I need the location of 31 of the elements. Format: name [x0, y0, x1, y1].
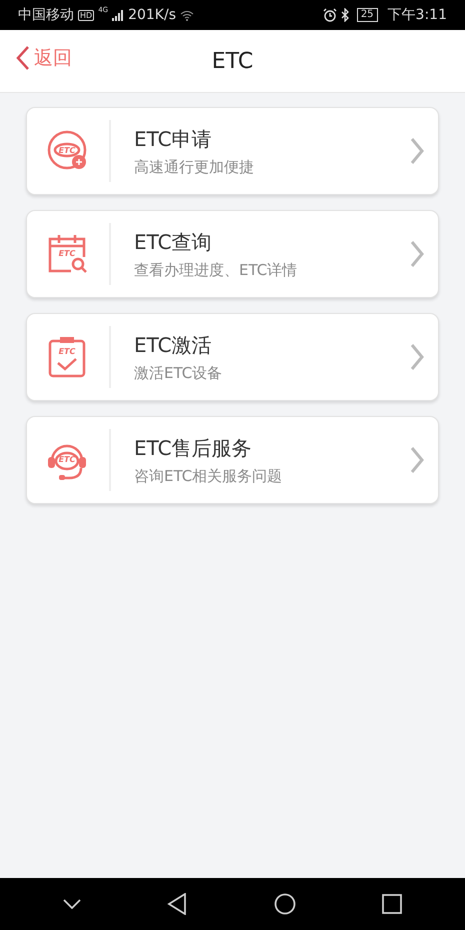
- wifi-icon: [180, 10, 194, 20]
- item-subtitle: 激活ETC设备: [134, 364, 224, 382]
- back-nav-icon[interactable]: [167, 893, 188, 915]
- item-title: ETC申请: [134, 126, 213, 152]
- hd-badge: HD: [78, 10, 94, 20]
- item-title: ETC售后服务: [134, 434, 253, 462]
- menu-item[interactable]: ETC ETC查询 查看办理进度、ETC详情: [26, 210, 439, 298]
- chevron-right-icon: [410, 343, 424, 371]
- alarm-icon: [322, 8, 337, 22]
- item-subtitle: 高速通行更加便捷: [134, 158, 255, 176]
- menu-item[interactable]: ETC ETC激活 激活ETC设备: [26, 313, 439, 401]
- item-title: ETC查询: [134, 228, 213, 256]
- chevron-right-icon: [410, 240, 424, 268]
- item-subtitle: 查看办理进度、ETC详情: [134, 260, 298, 280]
- network-speed: 201K/s: [128, 7, 176, 23]
- carrier-name: 中国移动: [18, 6, 74, 24]
- bluetooth-icon: [340, 8, 350, 22]
- home-icon[interactable]: [274, 893, 296, 915]
- battery-level: 25: [356, 8, 378, 22]
- page-title: ETC: [212, 48, 254, 74]
- back-icon: [16, 45, 30, 71]
- collapse-icon[interactable]: [63, 899, 82, 909]
- recents-icon[interactable]: [382, 894, 402, 914]
- chevron-right-icon: [410, 446, 424, 474]
- clock-time: 下午3:11: [388, 6, 447, 24]
- item-title: ETC激活: [134, 332, 213, 358]
- menu-item[interactable]: ETC ETC申请 高速通行更加便捷: [26, 107, 439, 195]
- chevron-right-icon: [410, 137, 424, 165]
- menu-item[interactable]: ETC ETC售后服务 咨询ETC相关服务问题: [26, 416, 439, 504]
- item-subtitle: 咨询ETC相关服务问题: [134, 466, 284, 486]
- signal-icon: [112, 10, 124, 20]
